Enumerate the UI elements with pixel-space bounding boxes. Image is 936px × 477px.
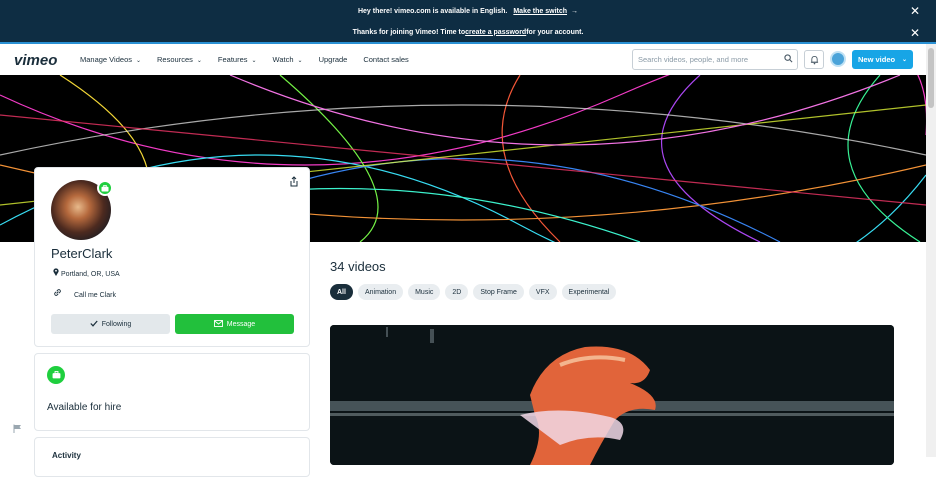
filter-music[interactable]: Music xyxy=(408,284,441,300)
password-banner-text-after: for your account. xyxy=(526,28,584,36)
video-thumbnail-art xyxy=(330,325,894,465)
chevron-down-icon: ⌄ xyxy=(196,58,202,64)
nav-features[interactable]: Features ⌄ xyxy=(218,55,257,64)
chevron-down-icon: ⌄ xyxy=(901,57,907,63)
make-the-switch-link[interactable]: Make the switch xyxy=(513,8,567,15)
nav-watch[interactable]: Watch ⌄ xyxy=(273,55,303,64)
profile-link-text[interactable]: Call me Clark xyxy=(74,292,116,299)
envelope-icon xyxy=(213,319,223,329)
activity-card: Activity xyxy=(34,437,310,477)
search-placeholder: Search videos, people, and more xyxy=(638,55,749,64)
vimeo-logo[interactable]: vimeo xyxy=(14,53,64,67)
available-for-hire-card: Available for hire xyxy=(34,353,310,431)
video-thumbnail[interactable] xyxy=(330,325,894,465)
filter-2d[interactable]: 2D xyxy=(445,284,469,300)
nav-contact-sales[interactable]: Contact sales xyxy=(363,55,408,64)
page-scrollbar[interactable] xyxy=(926,44,936,457)
nav-upgrade-label: Upgrade xyxy=(318,55,348,64)
search-icon[interactable] xyxy=(779,54,797,65)
chevron-down-icon: ⌄ xyxy=(251,58,257,64)
nav-resources-label: Resources xyxy=(157,55,193,64)
available-for-hire-title: Available for hire xyxy=(47,402,122,413)
nav-resources[interactable]: Resources ⌄ xyxy=(157,55,202,64)
profile-name: PeterClark xyxy=(51,246,113,261)
filter-experimental[interactable]: Experimental xyxy=(561,284,617,300)
filter-stop-frame[interactable]: Stop Frame xyxy=(473,284,524,300)
language-banner: Hey there! vimeo.com is available in Eng… xyxy=(0,0,936,22)
filter-animation[interactable]: Animation xyxy=(357,284,404,300)
new-video-button[interactable]: New video ⌄ xyxy=(852,50,913,69)
checkmark-icon xyxy=(90,320,98,329)
notifications-bell-icon[interactable] xyxy=(804,50,824,69)
nav-manage-videos-label: Manage Videos xyxy=(80,55,132,64)
search-input[interactable]: Search videos, people, and more xyxy=(632,49,798,70)
briefcase-icon xyxy=(97,180,113,196)
nav-upgrade[interactable]: Upgrade xyxy=(319,55,348,64)
arrow-right-icon: → xyxy=(571,7,579,15)
close-banner-icon[interactable]: ✕ xyxy=(910,4,920,18)
top-navbar: vimeo Manage Videos ⌄ Resources ⌄ Features… xyxy=(0,44,926,75)
vimeo-logo-text: vimeo xyxy=(14,53,57,67)
nav-manage-videos[interactable]: Manage Videos ⌄ xyxy=(80,55,141,64)
filter-all[interactable]: All xyxy=(330,284,353,300)
chevron-down-icon: ⌄ xyxy=(135,58,142,64)
chevron-down-icon: ⌄ xyxy=(297,58,303,64)
language-banner-text: Hey there! vimeo.com is available in Eng… xyxy=(357,7,508,15)
share-icon[interactable] xyxy=(289,176,299,190)
message-button[interactable]: Message xyxy=(175,314,294,334)
scrollbar-thumb[interactable] xyxy=(928,48,934,108)
profile-location-text: Portland, OR, USA xyxy=(60,271,120,278)
video-filter-chips: All Animation Music 2D Stop Frame VFX Ex… xyxy=(330,284,617,300)
following-button[interactable]: Following xyxy=(51,314,170,334)
following-label: Following xyxy=(101,320,132,328)
nav-contact-sales-label: Contact sales xyxy=(363,55,409,64)
new-video-label: New video xyxy=(858,55,896,64)
message-label: Message xyxy=(226,320,256,328)
report-flag-icon[interactable] xyxy=(13,424,22,435)
password-banner-text-before: Thanks for joining Vimeo! Time to xyxy=(352,28,466,36)
profile-location: Portland, OR, USA xyxy=(53,268,120,278)
password-banner: Thanks for joining Vimeo! Time to create… xyxy=(0,22,936,44)
activity-title: Activity xyxy=(52,451,81,460)
user-avatar[interactable] xyxy=(830,51,846,67)
nav-features-label: Features xyxy=(217,55,248,64)
filter-vfx[interactable]: VFX xyxy=(528,284,557,300)
briefcase-icon xyxy=(47,366,65,384)
profile-link[interactable]: Call me Clark xyxy=(53,288,116,299)
location-pin-icon xyxy=(53,268,61,278)
videos-count-title: 34 videos xyxy=(330,259,386,274)
link-icon xyxy=(53,289,64,299)
close-banner-icon[interactable]: ✕ xyxy=(910,26,920,40)
profile-card: PeterClark Portland, OR, USA Call me Cla… xyxy=(34,167,310,347)
create-password-link[interactable]: create a password xyxy=(465,29,526,36)
nav-watch-label: Watch xyxy=(272,55,294,64)
